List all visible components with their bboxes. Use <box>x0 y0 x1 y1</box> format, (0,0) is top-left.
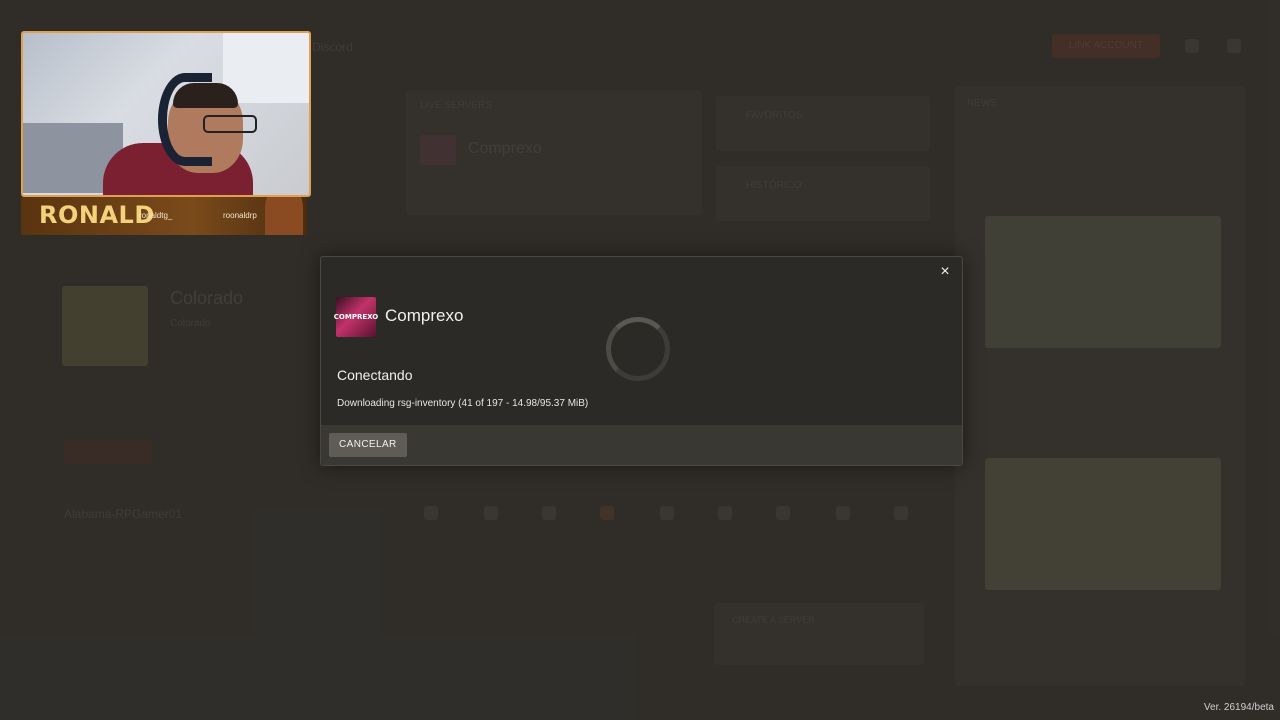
webcam-overlay <box>21 31 311 197</box>
instagram-handle: ronaldtg_ <box>139 211 173 220</box>
webcam-window <box>223 33 309 103</box>
streamer-name: RONALD <box>39 201 155 229</box>
glasses-icon <box>203 115 257 133</box>
streamer-namebar: RONALD ronaldtg_ roonaldrp <box>21 197 307 235</box>
twitter-handle: roonaldrp <box>223 211 257 220</box>
server-logo-text: COMPREXO <box>333 313 379 321</box>
close-icon[interactable]: × <box>936 263 954 281</box>
server-logo: COMPREXO <box>333 297 379 337</box>
connecting-modal: × COMPREXO Comprexo Conectando Downloadi… <box>320 256 963 466</box>
cowboy-avatar-icon <box>265 197 303 235</box>
cancel-button[interactable]: CANCELAR <box>329 433 407 457</box>
server-name: Comprexo <box>385 306 464 325</box>
status-title: Conectando <box>337 367 413 383</box>
download-progress-text: Downloading rsg-inventory (41 of 197 - 1… <box>337 398 589 409</box>
modal-footer: CANCELAR <box>321 425 962 465</box>
version-label: Ver. 26194/beta <box>1203 702 1274 713</box>
loading-spinner-icon <box>606 317 670 381</box>
